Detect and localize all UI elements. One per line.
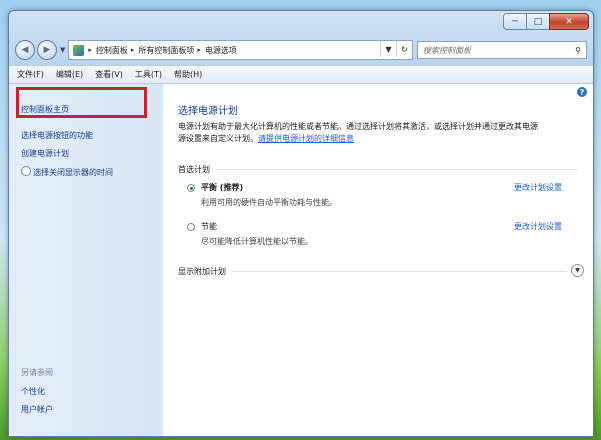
sidebar-display-off-label: 选择关闭显示器的时间 xyxy=(33,168,113,177)
maximize-button[interactable]: □ xyxy=(526,13,550,30)
additional-plans-label: 显示附加计划 xyxy=(178,267,226,276)
address-dropdown-icon[interactable]: ▼ xyxy=(380,41,396,57)
address-bar[interactable]: ▸ 控制面板 ▸ 所有控制面板项 ▸ 电源选项 ▼ ↻ xyxy=(68,40,413,60)
control-panel-window: ─ □ ✕ ◀ ▶ ▼ ▸ 控制面板 ▸ 所有控制面板项 ▸ 电源选项 ▼ ↻ … xyxy=(8,10,594,437)
close-button[interactable]: ✕ xyxy=(549,13,589,30)
page-description: 电源计划有助于最大化计算机的性能或者节能。通过选择计划将其激活，或选择计划并通过… xyxy=(178,121,578,145)
task-pane: 控制面板主页 选择电源按钮的功能 创建电源计划 选择关闭显示器的时间 另请参阅 … xyxy=(9,84,163,436)
search-input[interactable] xyxy=(423,45,553,55)
power-saver-plan-radio[interactable] xyxy=(187,223,195,231)
sidebar-personalize-link[interactable]: 个性化 xyxy=(21,386,45,397)
search-icon[interactable]: ⚲ xyxy=(575,46,581,55)
address-bar-controls: ▼ ↻ xyxy=(380,41,412,57)
back-arrow-icon: ◀ xyxy=(21,45,29,55)
description-line-1: 电源计划有助于最大化计算机的性能或者节能。通过选择计划将其激活，或选择计划并通过… xyxy=(178,122,538,131)
page-title: 选择电源计划 xyxy=(178,106,238,117)
monitor-icon xyxy=(21,166,31,176)
plan-details-link[interactable]: 请提供电源计划的详细信息 xyxy=(258,134,354,143)
preferred-plans-heading: 首选计划 xyxy=(178,164,579,175)
menu-file[interactable]: 文件(F) xyxy=(17,69,44,80)
see-also-heading: 另请参阅 xyxy=(21,368,53,377)
sidebar-power-button-link[interactable]: 选择电源按钮的功能 xyxy=(21,130,93,141)
forward-button[interactable]: ▶ xyxy=(37,40,57,60)
balanced-plan-name[interactable]: 平衡 (推荐) xyxy=(201,182,243,193)
sidebar-display-off-link[interactable]: 选择关闭显示器的时间 xyxy=(21,166,113,178)
breadcrumb-all-items[interactable]: 所有控制面板项 xyxy=(138,45,194,56)
sidebar-create-plan-link[interactable]: 创建电源计划 xyxy=(21,148,69,159)
help-icon[interactable]: ? xyxy=(577,87,587,97)
search-box[interactable]: ⚲ xyxy=(417,41,587,59)
expand-chevron-icon[interactable]: ▼ xyxy=(571,264,584,277)
divider xyxy=(232,271,567,272)
power-saver-plan-description: 尽可能降低计算机性能以节能。 xyxy=(201,237,313,246)
forward-arrow-icon: ▶ xyxy=(43,45,51,55)
sidebar-user-accounts-link[interactable]: 用户帐户 xyxy=(21,404,53,415)
balanced-plan-description: 利用可用的硬件自动平衡功耗与性能。 xyxy=(201,198,337,207)
additional-plans-heading: 显示附加计划 xyxy=(178,266,567,277)
menu-tools[interactable]: 工具(T) xyxy=(135,69,162,80)
control-panel-icon xyxy=(73,44,85,56)
divider xyxy=(216,169,579,170)
menu-edit[interactable]: 编辑(E) xyxy=(56,69,83,80)
power-saver-plan-name[interactable]: 节能 xyxy=(201,221,217,232)
main-content: ? 选择电源计划 电源计划有助于最大化计算机的性能或者节能。通过选择计划将其激活… xyxy=(163,84,593,436)
preferred-plans-label: 首选计划 xyxy=(178,165,210,174)
power-saver-change-settings-link[interactable]: 更改计划设置 xyxy=(514,221,562,232)
navigation-bar: ◀ ▶ ▼ ▸ 控制面板 ▸ 所有控制面板项 ▸ 电源选项 ▼ ↻ ⚲ xyxy=(15,38,587,62)
menu-view[interactable]: 查看(V) xyxy=(95,69,123,80)
back-button[interactable]: ◀ xyxy=(15,40,35,60)
breadcrumb-separator-icon[interactable]: ▸ xyxy=(197,46,201,54)
menu-help[interactable]: 帮助(H) xyxy=(174,69,202,80)
refresh-icon[interactable]: ↻ xyxy=(396,41,412,57)
recent-pages-dropdown[interactable]: ▼ xyxy=(60,46,65,54)
highlight-box xyxy=(16,87,147,118)
minimize-button[interactable]: ─ xyxy=(503,13,527,30)
menu-bar: 文件(F) 编辑(E) 查看(V) 工具(T) 帮助(H) xyxy=(9,65,593,84)
balanced-plan-radio[interactable] xyxy=(187,184,195,192)
breadcrumb-power-options[interactable]: 电源选项 xyxy=(205,45,237,56)
caption-buttons: ─ □ ✕ xyxy=(503,13,589,30)
breadcrumb-separator-icon[interactable]: ▸ xyxy=(131,46,135,54)
breadcrumb-control-panel[interactable]: 控制面板 xyxy=(96,45,128,56)
description-line-2: 源设置来自定义计划。 xyxy=(178,134,258,143)
balanced-change-settings-link[interactable]: 更改计划设置 xyxy=(514,182,562,193)
breadcrumb-separator-icon[interactable]: ▸ xyxy=(88,46,92,54)
